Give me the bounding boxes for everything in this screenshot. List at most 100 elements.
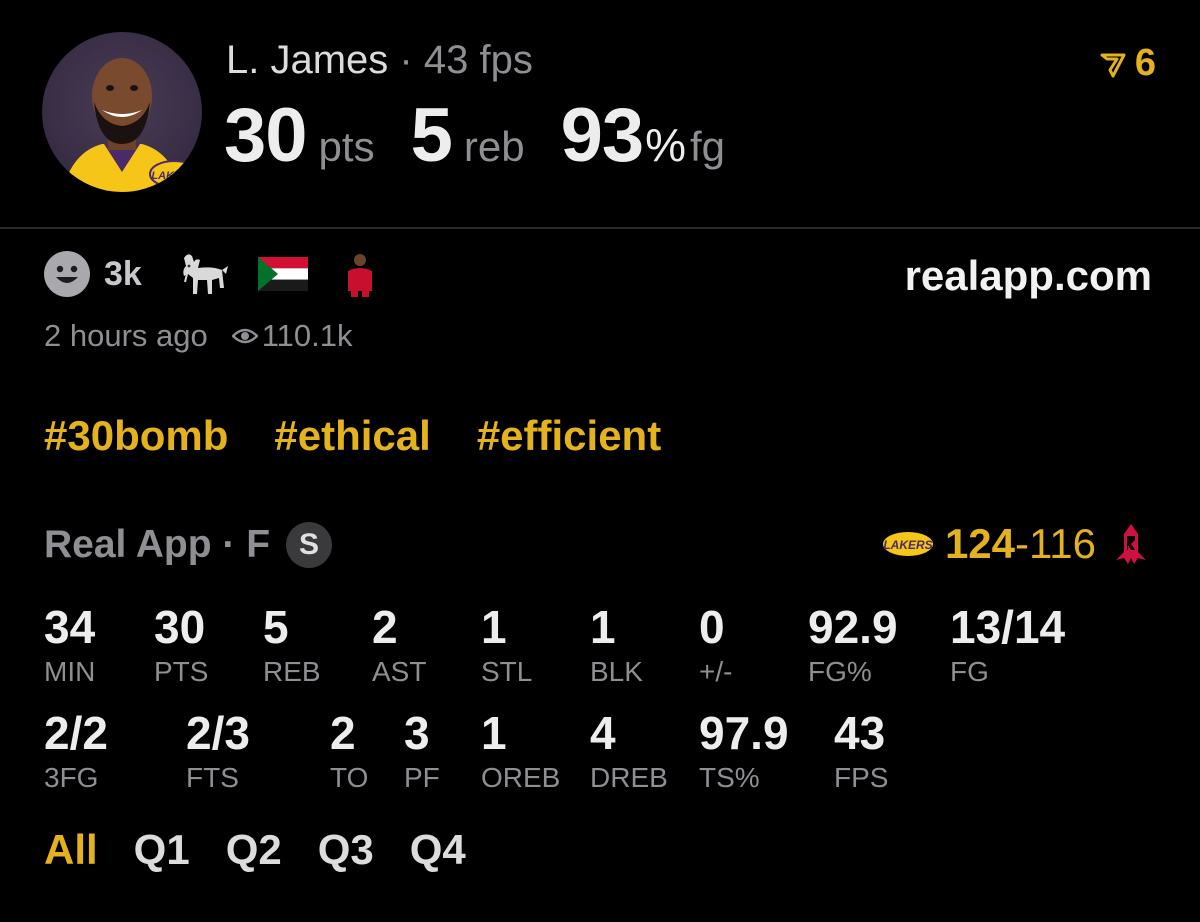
quarter-tabs: All Q1 Q2 Q3 Q4 bbox=[44, 826, 502, 874]
stat-label: +/- bbox=[699, 656, 733, 687]
stat-value: 1 bbox=[481, 707, 507, 759]
stat-oreb: 1 OREB bbox=[481, 710, 560, 792]
game-source[interactable]: Real App · F S bbox=[44, 522, 333, 568]
flag-ribbon-icon bbox=[1100, 53, 1126, 77]
hashtag[interactable]: #ethical bbox=[274, 412, 430, 460]
stat-label: PF bbox=[404, 762, 440, 793]
stat-value: 30 bbox=[154, 601, 206, 653]
fps-label: 43 fps bbox=[423, 38, 533, 82]
player-avatar[interactable]: LAKERS bbox=[42, 32, 202, 192]
tab-q2[interactable]: Q2 bbox=[226, 826, 282, 874]
player-name[interactable]: L. James bbox=[226, 38, 388, 82]
tab-q4[interactable]: Q4 bbox=[410, 826, 466, 874]
stat-fts: 2/3 FTS bbox=[186, 710, 250, 792]
flag-count-button[interactable]: 6 bbox=[1099, 42, 1156, 85]
stat-label: STL bbox=[481, 656, 533, 687]
stat-value: 3 bbox=[404, 707, 430, 759]
flag-count: 6 bbox=[1134, 42, 1156, 84]
stat-value: 2 bbox=[330, 707, 356, 759]
rebounds-value: 5 bbox=[410, 93, 453, 178]
stat-label: FG% bbox=[808, 656, 872, 687]
stat-label: BLK bbox=[590, 656, 643, 687]
stat-pts: 30 PTS bbox=[154, 604, 208, 686]
stat-ts-pct: 97.9 TS% bbox=[699, 710, 789, 792]
stat-label: AST bbox=[372, 656, 427, 687]
stat-label: 3FG bbox=[44, 762, 99, 793]
hashtag[interactable]: #efficient bbox=[477, 412, 661, 460]
post-meta: 2 hours ago 110.1k bbox=[44, 318, 353, 354]
fg-percent-sign: % bbox=[645, 119, 687, 171]
stat-value: 1 bbox=[481, 601, 507, 653]
stat-value: 0 bbox=[699, 601, 725, 653]
stat-label: REB bbox=[263, 656, 321, 687]
stat-label: PTS bbox=[154, 656, 209, 687]
stat-dreb: 4 DREB bbox=[590, 710, 668, 792]
stat-3fg: 2/2 3FG bbox=[44, 710, 108, 792]
away-score: 116 bbox=[1029, 520, 1096, 567]
stat-value: 43 bbox=[834, 707, 886, 759]
stat-pf: 3 PF bbox=[404, 710, 440, 792]
fg-unit: fg bbox=[690, 123, 726, 170]
points-unit: pts bbox=[318, 123, 375, 170]
stat-reb: 5 REB bbox=[263, 604, 321, 686]
stat-blk: 1 BLK bbox=[590, 604, 643, 686]
hashtag[interactable]: #30bomb bbox=[44, 412, 228, 460]
stat-label: DREB bbox=[590, 762, 668, 793]
hashtag-list: #30bomb #ethical #efficient bbox=[44, 412, 707, 460]
source-label: Real App · F bbox=[44, 523, 271, 566]
lakers-badge-icon: LAKERS bbox=[149, 160, 199, 188]
stat-value: 5 bbox=[263, 601, 289, 653]
stat-value: 2/3 bbox=[186, 707, 250, 759]
player-icon[interactable] bbox=[342, 251, 378, 297]
stat-fps: 43 FPS bbox=[834, 710, 888, 792]
lakers-badge-text: LAKERS bbox=[151, 170, 197, 182]
stat-label: MIN bbox=[44, 656, 96, 687]
eye-icon bbox=[231, 328, 258, 344]
stat-value: 2 bbox=[372, 601, 398, 653]
sudan-flag-icon[interactable] bbox=[257, 257, 308, 291]
reaction-count[interactable]: 3k bbox=[104, 255, 142, 294]
goat-icon[interactable] bbox=[178, 250, 234, 298]
stat-fg-pct: 92.9 FG% bbox=[808, 604, 898, 686]
player-name-line[interactable]: L. James · 43 fps bbox=[226, 38, 533, 83]
reactions-row: 3k bbox=[44, 250, 378, 298]
stat-value: 1 bbox=[590, 601, 616, 653]
rockets-logo-icon bbox=[1116, 524, 1146, 564]
stat-value: 92.9 bbox=[808, 601, 898, 653]
stat-to: 2 TO bbox=[330, 710, 368, 792]
stat-ast: 2 AST bbox=[372, 604, 426, 686]
tab-q1[interactable]: Q1 bbox=[134, 826, 190, 874]
view-count: 110.1k bbox=[261, 318, 353, 353]
stat-label: TS% bbox=[699, 762, 760, 793]
header-divider bbox=[0, 227, 1200, 229]
tab-all[interactable]: All bbox=[44, 826, 98, 874]
game-score[interactable]: LAKERS 124 - 116 bbox=[881, 520, 1150, 568]
stat-label: FTS bbox=[186, 762, 239, 793]
stat-value: 2/2 bbox=[44, 707, 108, 759]
home-score: 124 bbox=[944, 520, 1016, 567]
stat-label: FG bbox=[950, 656, 989, 687]
stat-plus-minus: 0 +/- bbox=[699, 604, 732, 686]
source-badge: S bbox=[286, 522, 333, 568]
stat-min: 34 MIN bbox=[44, 604, 95, 686]
stat-value: 13/14 bbox=[950, 601, 1066, 653]
rebounds-unit: reb bbox=[463, 123, 525, 170]
stat-stl: 1 STL bbox=[481, 604, 532, 686]
tab-q3[interactable]: Q3 bbox=[318, 826, 374, 874]
headline-stats: 30 pts 5 reb 93 % fg bbox=[224, 92, 725, 179]
stat-value: 97.9 bbox=[699, 707, 789, 759]
site-link[interactable]: realapp.com bbox=[905, 252, 1152, 300]
stat-value: 4 bbox=[590, 707, 616, 759]
lakers-logo-text: LAKERS bbox=[883, 538, 932, 552]
smiley-icon[interactable] bbox=[44, 251, 90, 297]
name-separator: · bbox=[399, 38, 413, 82]
lakers-logo-icon: LAKERS bbox=[882, 532, 933, 556]
points-value: 30 bbox=[224, 93, 308, 178]
stat-fg: 13/14 FG bbox=[950, 604, 1065, 686]
score-dash: - bbox=[1015, 520, 1030, 567]
stat-label: OREB bbox=[481, 762, 561, 793]
stat-value: 34 bbox=[44, 601, 96, 653]
stat-label: TO bbox=[330, 762, 369, 793]
fg-value: 93 bbox=[560, 93, 645, 178]
player-photo: LAKERS bbox=[62, 58, 199, 192]
